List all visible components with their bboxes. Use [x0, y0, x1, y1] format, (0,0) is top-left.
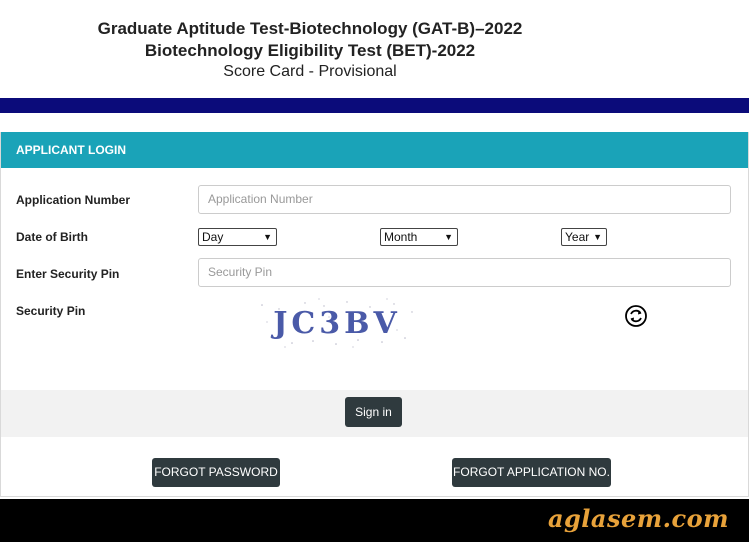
sign-in-button[interactable]: Sign in [345, 397, 402, 427]
security-pin-label: Security Pin [16, 304, 86, 318]
refresh-icon[interactable] [625, 305, 647, 327]
captcha-text: JC3BV [270, 306, 401, 341]
page-title-secondary: Biotechnology Eligibility Test (BET)-202… [144, 41, 476, 60]
dob-month-select[interactable]: Month ▼ [380, 228, 458, 246]
dob-label: Date of Birth [16, 230, 88, 244]
brand-logo: aglasem.com [547, 504, 729, 533]
page-subtitle: Score Card - Provisional [223, 63, 397, 80]
application-number-input[interactable]: Application Number [198, 185, 731, 214]
dob-day-value: Day [202, 230, 224, 244]
page-header: Graduate Aptitude Test-Biotechnology (GA… [0, 0, 749, 98]
application-number-label: Application Number [16, 193, 131, 207]
security-pin-input-label: Enter Security Pin [16, 267, 120, 281]
chevron-down-icon: ▼ [263, 232, 272, 242]
top-nav-bar [0, 98, 749, 113]
captcha-image: JC3BV [257, 297, 417, 349]
dob-year-value: Year [565, 230, 590, 244]
chevron-down-icon: ▼ [444, 232, 453, 242]
forgot-application-button[interactable]: FORGOT APPLICATION NO. [452, 458, 611, 487]
security-pin-input[interactable]: Security Pin [198, 258, 731, 287]
forgot-password-button[interactable]: FORGOT PASSWORD [152, 458, 280, 487]
footer-bar: aglasem.com [0, 499, 749, 542]
dob-year-select[interactable]: Year ▼ [561, 228, 607, 246]
page-title: Graduate Aptitude Test-Biotechnology (GA… [97, 19, 523, 38]
dob-month-value: Month [384, 230, 418, 244]
chevron-down-icon: ▼ [593, 232, 602, 242]
dob-day-select[interactable]: Day ▼ [198, 228, 277, 246]
panel-heading: APPLICANT LOGIN [1, 132, 748, 168]
